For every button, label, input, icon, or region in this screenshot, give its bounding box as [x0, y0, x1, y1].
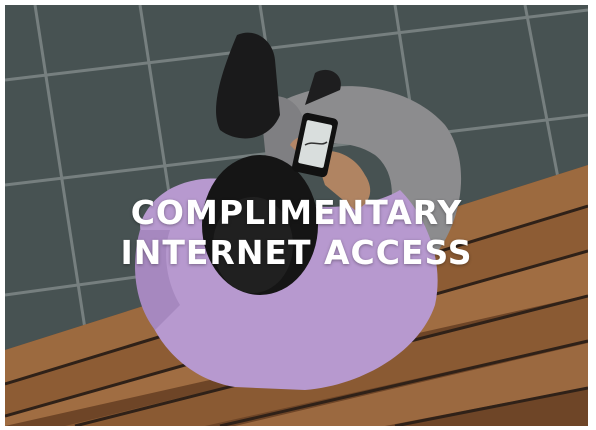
headline-line-1: COMPLIMENTARY [130, 193, 463, 232]
promo-banner[interactable]: COMPLIMENTARY INTERNET ACCESS [5, 5, 588, 426]
promo-headline: COMPLIMENTARY INTERNET ACCESS [5, 193, 588, 273]
headline-line-2: INTERNET ACCESS [120, 233, 473, 272]
